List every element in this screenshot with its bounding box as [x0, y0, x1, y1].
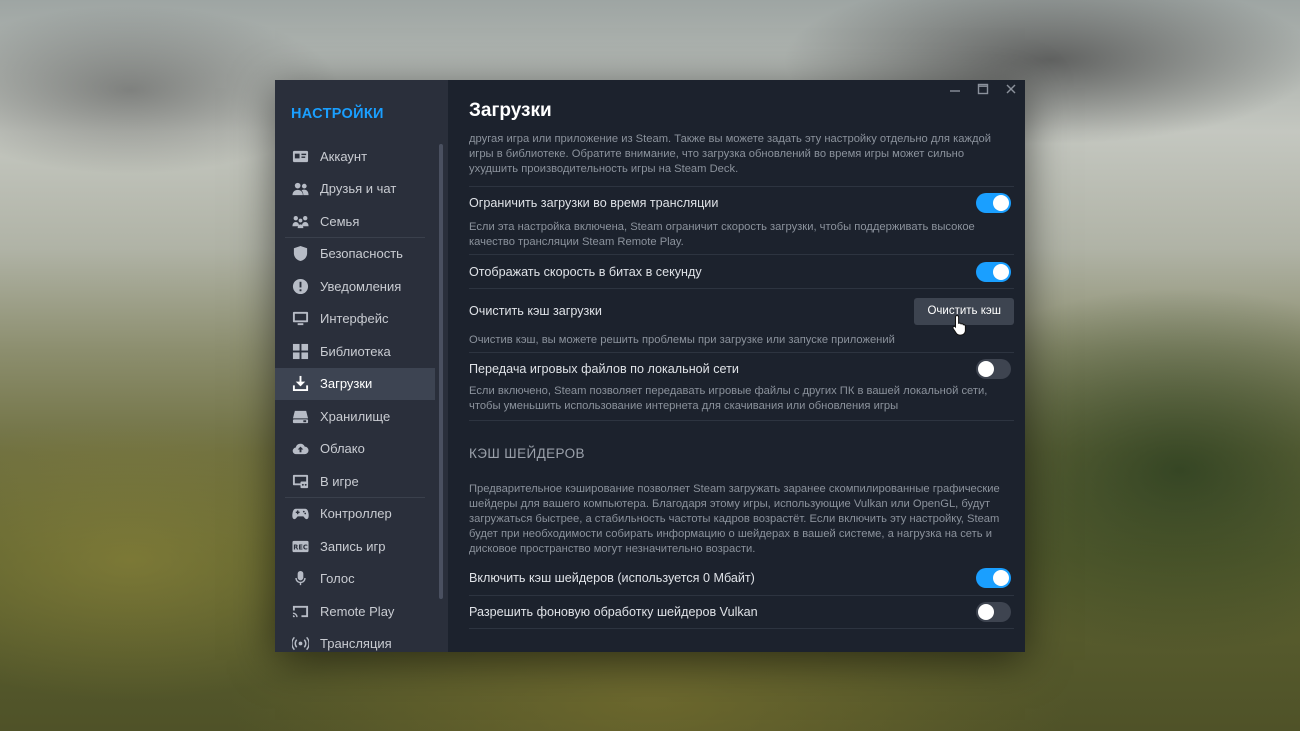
sidebar-item-label: Аккаунт — [320, 148, 368, 164]
sidebar-item-label: Уведомления — [320, 278, 402, 294]
sidebar-item-label: Хранилище — [320, 408, 391, 424]
cloud-icon — [291, 440, 309, 458]
sidebar-item-label: Контроллер — [320, 506, 392, 522]
lan-transfer-description: Если включено, Steam позволяет передават… — [469, 385, 988, 412]
bits-speed-toggle[interactable] — [976, 261, 1011, 282]
minimize-icon — [950, 90, 960, 92]
limit-broadcast-description: Если эта настройка включена, Steam огран… — [469, 221, 975, 248]
sidebar-item-label: В игре — [320, 473, 359, 489]
sidebar-item-controller[interactable]: Контроллер — [275, 498, 435, 531]
shader-section-header: КЭШ ШЕЙДЕРОВ — [469, 446, 585, 461]
vulkan-bg-toggle[interactable] — [976, 602, 1011, 622]
broadcast-icon — [291, 635, 309, 652]
shield-icon — [291, 245, 309, 263]
close-button[interactable] — [997, 80, 1025, 98]
sidebar-item-account[interactable]: Аккаунт — [275, 140, 435, 173]
lan-transfer-toggle[interactable] — [976, 358, 1011, 379]
toggle-knob — [978, 360, 994, 377]
notification-icon — [291, 277, 309, 295]
vulkan-bg-row: Разрешить фоновую обработку шейдеров Vul… — [469, 596, 1014, 628]
sidebar-item-label: Запись игр — [320, 538, 386, 554]
download-icon — [291, 375, 309, 393]
sidebar-item-label: Семья — [320, 213, 360, 229]
sidebar-item-security[interactable]: Безопасность — [275, 238, 435, 271]
shader-cache-toggle[interactable] — [976, 568, 1011, 588]
sidebar-item-label: Интерфейс — [320, 311, 389, 327]
clear-cache-label: Очистить кэш загрузки — [469, 304, 602, 318]
sidebar-item-family[interactable]: Семья — [275, 205, 435, 238]
maximize-button[interactable] — [969, 80, 997, 98]
sidebar-item-broadcast[interactable]: Трансляция — [275, 628, 435, 653]
sidebar-item-label: Remote Play — [320, 603, 395, 619]
sidebar-item-label: Облако — [320, 441, 365, 457]
sidebar-item-in-game[interactable]: В игре — [275, 465, 435, 498]
sidebar-item-label: Загрузки — [320, 376, 373, 392]
bits-speed-row: Отображать скорость в битах в секунду — [469, 255, 1014, 288]
toggle-knob — [978, 604, 994, 620]
settings-scroll-area: другая игра или приложение из Steam. Так… — [469, 132, 1014, 652]
lan-transfer-label: Передача игровых файлов по локальной сет… — [469, 361, 739, 376]
settings-window: НАСТРОЙКИ Аккаунт Друзья и чат Семья Без… — [275, 80, 1025, 652]
lan-transfer-row: Передача игровых файлов по локальной сет… — [469, 353, 1014, 384]
sidebar-item-label: Друзья и чат — [320, 181, 397, 197]
sidebar-item-label: Библиотека — [320, 343, 391, 359]
clear-cache-row: Очистить кэш загрузки Очистить кэш — [469, 289, 1014, 333]
shader-cache-label: Включить кэш шейдеров (используется 0 Мб… — [469, 571, 755, 585]
family-icon — [291, 212, 309, 230]
cast-icon — [291, 602, 309, 620]
sidebar-item-interface[interactable]: Интерфейс — [275, 303, 435, 336]
sidebar-item-remote-play[interactable]: Remote Play — [275, 595, 435, 628]
sidebar-item-library[interactable]: Библиотека — [275, 335, 435, 368]
grid-icon — [291, 342, 309, 360]
maximize-icon — [977, 83, 989, 95]
shader-cache-row: Включить кэш шейдеров (используется 0 Мб… — [469, 561, 1014, 595]
sidebar-item-notifications[interactable]: Уведомления — [275, 270, 435, 303]
toggle-knob — [993, 194, 1009, 211]
mouse-cursor-icon — [952, 314, 966, 336]
divider — [469, 420, 1014, 421]
sidebar-item-voice[interactable]: Голос — [275, 563, 435, 596]
minimize-button[interactable] — [941, 80, 969, 98]
sidebar-item-label: Голос — [320, 571, 355, 587]
intro-description: другая игра или приложение из Steam. Так… — [469, 133, 991, 175]
window-controls — [941, 80, 1025, 98]
divider — [469, 628, 1014, 629]
limit-broadcast-row: Ограничить загрузки во время трансляции — [469, 187, 1014, 218]
sidebar-item-friends[interactable]: Друзья и чат — [275, 173, 435, 206]
sidebar-item-game-recording[interactable]: REC Запись игр — [275, 530, 435, 563]
sidebar-title: НАСТРОЙКИ — [291, 106, 384, 122]
clear-cache-description: Очистив кэш, вы можете решить проблемы п… — [469, 334, 895, 346]
microphone-icon — [291, 570, 309, 588]
settings-sidebar: НАСТРОЙКИ Аккаунт Друзья и чат Семья Без… — [275, 80, 448, 652]
sidebar-item-label: Трансляция — [320, 636, 392, 652]
in-game-icon — [291, 472, 309, 490]
shader-section-description: Предварительное кэширование позволяет St… — [469, 483, 1000, 555]
limit-broadcast-toggle[interactable] — [976, 192, 1011, 213]
bits-speed-label: Отображать скорость в битах в секунду — [469, 264, 702, 279]
vulkan-bg-label: Разрешить фоновую обработку шейдеров Vul… — [469, 605, 758, 619]
account-card-icon — [291, 147, 309, 165]
sidebar-nav: Аккаунт Друзья и чат Семья Безопасность — [275, 140, 435, 652]
limit-broadcast-label: Ограничить загрузки во время трансляции — [469, 195, 719, 210]
sidebar-item-cloud[interactable]: Облако — [275, 433, 435, 466]
toggle-knob — [993, 570, 1009, 586]
toggle-knob — [993, 263, 1009, 280]
drive-icon — [291, 407, 309, 425]
gamepad-icon — [291, 505, 309, 523]
svg-text:REC: REC — [293, 543, 308, 551]
sidebar-item-storage[interactable]: Хранилище — [275, 400, 435, 433]
sidebar-scrollbar[interactable] — [439, 144, 443, 599]
settings-content: Загрузки другая игра или приложение из S… — [448, 80, 1025, 652]
page-title: Загрузки — [469, 100, 552, 121]
close-icon — [1006, 84, 1016, 94]
monitor-icon — [291, 310, 309, 328]
sidebar-item-label: Безопасность — [320, 246, 403, 262]
rec-icon: REC — [291, 537, 309, 555]
sidebar-item-downloads[interactable]: Загрузки — [275, 367, 435, 400]
friends-icon — [291, 180, 309, 198]
